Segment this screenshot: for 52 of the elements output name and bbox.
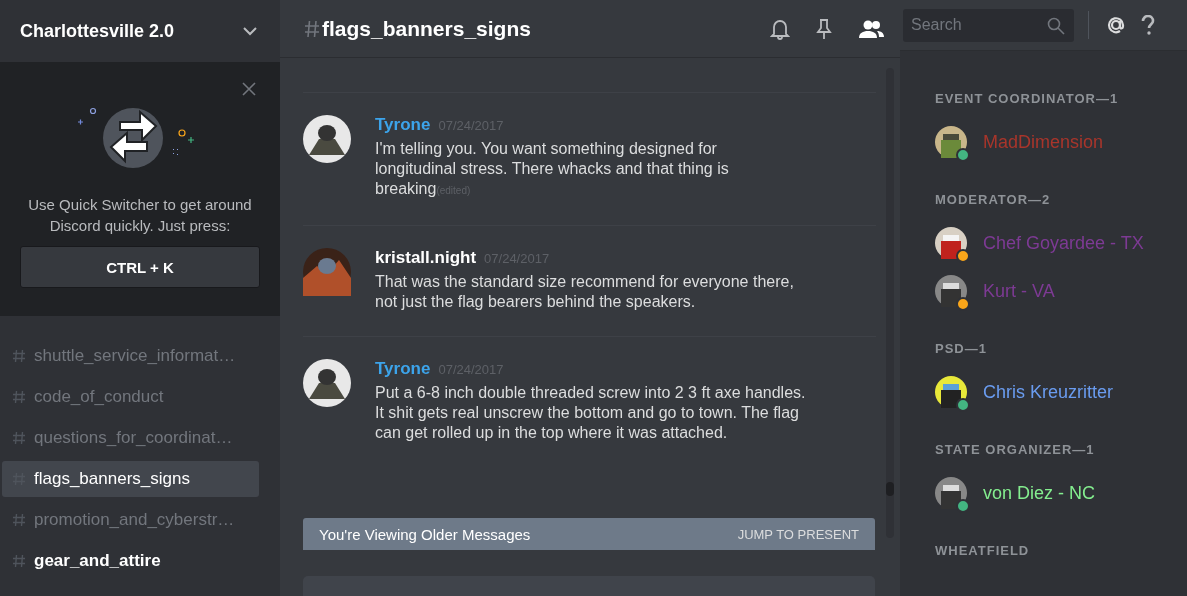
member-item[interactable]: von Diez - NC <box>935 469 1187 517</box>
role-heading: MODERATOR—2 <box>935 192 1052 207</box>
close-icon[interactable] <box>242 82 256 96</box>
channel-item[interactable]: questions_for_coordinat… <box>2 420 259 456</box>
channel-title: flags_banners_signs <box>322 16 531 41</box>
hash-icon <box>12 554 26 568</box>
role-heading: WHEATFIELD <box>935 543 1031 558</box>
banner-text: You're Viewing Older Messages <box>319 525 531 543</box>
server-name: Charlottesville 2.0 <box>20 20 175 42</box>
shortcut-button[interactable]: CTRL + K <box>20 246 260 288</box>
channel-name: promotion_and_cyberstr… <box>34 510 235 530</box>
hash-icon <box>12 390 26 404</box>
jump-to-present-link[interactable]: JUMP TO PRESENT <box>737 526 859 542</box>
bell-icon[interactable] <box>770 17 790 40</box>
members-icon[interactable] <box>858 19 884 38</box>
member-name: Chef Goyardee - TX <box>983 232 1144 254</box>
member-name: Chris Kreuzritter <box>983 381 1114 403</box>
pin-icon[interactable] <box>816 17 832 40</box>
role-heading: STATE ORGANIZER—1 <box>935 442 1096 457</box>
mention-icon[interactable] <box>1105 14 1127 36</box>
message-text: Put a 6-8 inch double threaded screw into 2 3 ft axe handles. It shit gets real unscrew the bottom and go to town. The flag can get rolled up in the top where it was attached. <box>375 383 807 443</box>
message-text: That was the standard size recommend for everyone there, not just the flag bearers behind the speakers. <box>375 272 795 312</box>
channel-item[interactable]: shuttle_service_informat… <box>2 338 259 374</box>
channel-name: shuttle_service_informat… <box>34 346 236 366</box>
message-text: I'm telling you. You want something designed for longitudinal stress. There whacks and that thing is breaking(edited) <box>375 139 730 199</box>
member-name: von Diez - NC <box>983 482 1096 504</box>
scrollbar[interactable] <box>886 68 894 538</box>
channel-name: questions_for_coordinat… <box>34 428 233 448</box>
help-icon[interactable] <box>1141 15 1155 35</box>
quick-switcher-text: Use Quick Switcher to get around Discord quickly. Just press: <box>27 195 253 236</box>
member-name: MadDimension <box>983 131 1104 153</box>
channel-item[interactable]: code_of_conduct <box>2 379 259 415</box>
channel-name: gear_and_attire <box>34 551 161 571</box>
channel-name: code_of_conduct <box>34 387 164 407</box>
search-icon <box>1047 16 1065 35</box>
role-heading: EVENT COORDINATOR—1 <box>935 91 1120 106</box>
role-heading: PSD—1 <box>935 341 988 356</box>
hash-icon <box>12 513 26 527</box>
hash-icon <box>304 19 320 38</box>
channel-item[interactable]: flags_banners_signs <box>2 461 259 497</box>
author-name[interactable]: kristall.night <box>375 248 477 268</box>
hash-icon <box>12 431 26 445</box>
channel-item[interactable]: gear_and_attire <box>2 543 259 579</box>
chevron-down-icon <box>242 26 258 36</box>
channel-item[interactable]: promotion_and_cyberstr… <box>2 502 259 538</box>
author-name[interactable]: Tyrone <box>375 115 431 135</box>
member-item[interactable]: Chris Kreuzritter <box>935 368 1187 416</box>
search-field[interactable]: Search <box>903 8 1074 42</box>
member-name: Kurt - VA <box>983 280 1055 302</box>
author-name[interactable]: Tyrone <box>375 359 431 379</box>
hash-icon <box>12 349 26 363</box>
channel-name: flags_banners_signs <box>34 469 190 489</box>
